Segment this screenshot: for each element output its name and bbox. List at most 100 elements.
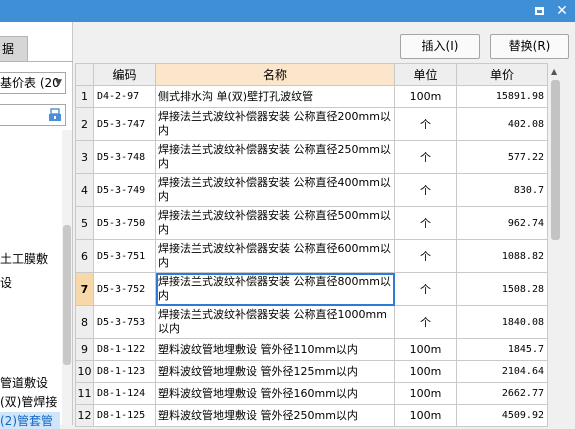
tree-item[interactable]: 管道敷设 xyxy=(0,374,60,391)
cell-name[interactable]: 塑料波纹管地埋敷设 管外径160mm以内 xyxy=(155,382,395,405)
cell-code[interactable]: D4-2-97 xyxy=(93,85,156,108)
table-row[interactable]: 10 D8-1-123 塑料波纹管地埋敷设 管外径125mm以内 100m 21… xyxy=(75,360,548,383)
row-number: 8 xyxy=(75,305,94,339)
cell-code[interactable]: D8-1-124 xyxy=(93,382,156,405)
cell-unit[interactable]: 个 xyxy=(394,272,457,306)
row-number: 2 xyxy=(75,107,94,141)
cell-code[interactable]: D5-3-748 xyxy=(93,140,156,174)
table-row[interactable]: 4 D5-3-749 焊接法兰式波纹补偿器安装 公称直径400mm以内 个 83… xyxy=(75,173,548,207)
cell-unit[interactable]: 个 xyxy=(394,173,457,207)
column-header-unit[interactable]: 单位 xyxy=(394,63,457,86)
row-number: 6 xyxy=(75,239,94,273)
tree-item[interactable]: 设 xyxy=(0,274,60,291)
table-row[interactable]: 2 D5-3-747 焊接法兰式波纹补偿器安装 公称直径200mm以内 个 40… xyxy=(75,107,548,141)
cell-unit[interactable]: 个 xyxy=(394,239,457,273)
column-header-code[interactable]: 编码 xyxy=(93,63,156,86)
search-input[interactable] xyxy=(0,104,66,126)
scrollbar-thumb[interactable] xyxy=(551,80,560,240)
table-row-selected[interactable]: 7 D5-3-752 焊接法兰式波纹补偿器安装 公称直径800mm以内 个 15… xyxy=(75,272,548,306)
scrollbar-thumb[interactable] xyxy=(63,225,71,365)
table-header-row: 编码 名称 单位 单价 xyxy=(75,63,548,86)
left-scrollbar[interactable] xyxy=(62,130,72,425)
left-panel: 据 基价表 (20 ▼ 土工膜敷 设 管道敷设 (双)管焊接 (2)管套管 xyxy=(0,22,73,429)
cell-price[interactable]: 962.74 xyxy=(456,206,548,240)
cell-name[interactable]: 焊接法兰式波纹补偿器安装 公称直径400mm以内 xyxy=(155,173,395,207)
row-number: 9 xyxy=(75,338,94,361)
cell-code[interactable]: D8-1-123 xyxy=(93,360,156,383)
cell-price[interactable]: 1840.08 xyxy=(456,305,548,339)
cell-unit[interactable]: 个 xyxy=(394,305,457,339)
replace-button[interactable]: 替换(R) xyxy=(490,34,569,59)
cell-name[interactable]: 焊接法兰式波纹补偿器安装 公称直径200mm以内 xyxy=(155,107,395,141)
library-select[interactable]: 基价表 (20 ▼ xyxy=(0,72,66,94)
cell-price[interactable]: 4509.92 xyxy=(456,404,548,427)
cell-code[interactable]: D8-1-125 xyxy=(93,404,156,427)
table-row[interactable]: 12 D8-1-125 塑料波纹管地埋敷设 管外径250mm以内 100m 45… xyxy=(75,404,548,427)
cell-price[interactable]: 1845.7 xyxy=(456,338,548,361)
cell-unit[interactable]: 100m xyxy=(394,404,457,427)
cell-unit[interactable]: 个 xyxy=(394,206,457,240)
cell-name[interactable]: 焊接法兰式波纹补偿器安装 公称直径250mm以内 xyxy=(155,140,395,174)
cell-unit[interactable]: 100m xyxy=(394,360,457,383)
cell-price[interactable]: 577.22 xyxy=(456,140,548,174)
tree-item[interactable]: (双)管焊接 xyxy=(0,393,60,410)
table-row[interactable]: 5 D5-3-750 焊接法兰式波纹补偿器安装 公称直径500mm以内 个 96… xyxy=(75,206,548,240)
tree-item-selected[interactable]: (2)管套管 xyxy=(0,412,60,429)
cell-code[interactable]: D5-3-750 xyxy=(93,206,156,240)
row-number: 11 xyxy=(75,382,94,405)
cell-name[interactable]: 焊接法兰式波纹补偿器安装 公称直径1000mm以内 xyxy=(155,305,395,339)
cell-unit[interactable]: 个 xyxy=(394,140,457,174)
cell-price[interactable]: 1088.82 xyxy=(456,239,548,273)
tab-data[interactable]: 据 xyxy=(0,36,28,62)
table-row[interactable]: 8 D5-3-753 焊接法兰式波纹补偿器安装 公称直径1000mm以内 个 1… xyxy=(75,305,548,339)
row-number: 7 xyxy=(75,272,94,306)
window-titlebar: ✕ xyxy=(0,0,575,22)
cell-name[interactable]: 塑料波纹管地埋敷设 管外径250mm以内 xyxy=(155,404,395,427)
cell-unit[interactable]: 100m xyxy=(394,382,457,405)
cell-unit[interactable]: 100m xyxy=(394,338,457,361)
table-row[interactable]: 6 D5-3-751 焊接法兰式波纹补偿器安装 公称直径600mm以内 个 10… xyxy=(75,239,548,273)
cell-price[interactable]: 15891.98 xyxy=(456,85,548,108)
row-number: 5 xyxy=(75,206,94,240)
cell-price[interactable]: 402.08 xyxy=(456,107,548,141)
table-row[interactable]: 3 D5-3-748 焊接法兰式波纹补偿器安装 公称直径250mm以内 个 57… xyxy=(75,140,548,174)
cell-price[interactable]: 830.7 xyxy=(456,173,548,207)
maximize-icon xyxy=(534,7,544,15)
cell-code[interactable]: D8-1-122 xyxy=(93,338,156,361)
cell-unit[interactable]: 个 xyxy=(394,107,457,141)
cell-code[interactable]: D5-3-751 xyxy=(93,239,156,273)
tree-item[interactable]: 土工膜敷 xyxy=(0,250,60,267)
filter-icon[interactable] xyxy=(48,108,62,122)
quota-table: 编码 名称 单位 单价 1 D4-2-97 侧式排水沟 单(双)壁打孔波纹管 1… xyxy=(75,63,548,427)
row-number: 1 xyxy=(75,85,94,108)
table-row[interactable]: 1 D4-2-97 侧式排水沟 单(双)壁打孔波纹管 100m 15891.98 xyxy=(75,85,548,108)
row-number: 4 xyxy=(75,173,94,207)
scroll-up-icon[interactable]: ▲ xyxy=(551,67,557,76)
cell-code[interactable]: D5-3-752 xyxy=(93,272,156,306)
close-button[interactable]: ✕ xyxy=(553,2,571,20)
cell-unit[interactable]: 100m xyxy=(394,85,457,108)
cell-code[interactable]: D5-3-753 xyxy=(93,305,156,339)
maximize-button[interactable] xyxy=(530,2,548,20)
cell-code[interactable]: D5-3-749 xyxy=(93,173,156,207)
column-header-price[interactable]: 单价 xyxy=(456,63,548,86)
insert-button[interactable]: 插入(I) xyxy=(400,34,480,59)
cell-name-selected[interactable]: 焊接法兰式波纹补偿器安装 公称直径800mm以内 xyxy=(155,272,395,306)
cell-name[interactable]: 侧式排水沟 单(双)壁打孔波纹管 xyxy=(155,85,395,108)
row-number: 12 xyxy=(75,404,94,427)
table-scrollbar[interactable]: ▲ xyxy=(549,63,562,425)
cell-name[interactable]: 焊接法兰式波纹补偿器安装 公称直径500mm以内 xyxy=(155,206,395,240)
table-row[interactable]: 11 D8-1-124 塑料波纹管地埋敷设 管外径160mm以内 100m 26… xyxy=(75,382,548,405)
table-row[interactable]: 9 D8-1-122 塑料波纹管地埋敷设 管外径110mm以内 100m 184… xyxy=(75,338,548,361)
cell-price[interactable]: 1508.28 xyxy=(456,272,548,306)
cell-name[interactable]: 塑料波纹管地埋敷设 管外径110mm以内 xyxy=(155,338,395,361)
column-header-name[interactable]: 名称 xyxy=(155,63,395,86)
cell-price[interactable]: 2662.77 xyxy=(456,382,548,405)
cell-price[interactable]: 2104.64 xyxy=(456,360,548,383)
row-number: 3 xyxy=(75,140,94,174)
cell-name[interactable]: 塑料波纹管地埋敷设 管外径125mm以内 xyxy=(155,360,395,383)
row-number: 10 xyxy=(75,360,94,383)
row-number-header xyxy=(75,63,94,86)
cell-name[interactable]: 焊接法兰式波纹补偿器安装 公称直径600mm以内 xyxy=(155,239,395,273)
cell-code[interactable]: D5-3-747 xyxy=(93,107,156,141)
